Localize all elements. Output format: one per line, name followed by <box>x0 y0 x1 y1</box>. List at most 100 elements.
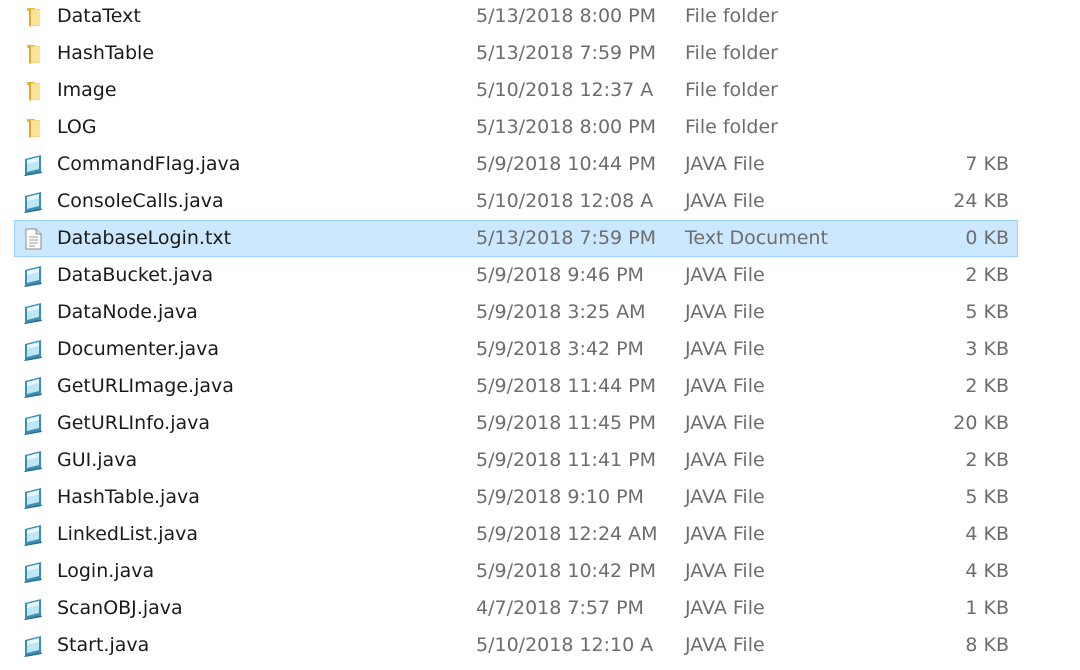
file-row[interactable]: GetURLInfo.java 5/9/2018 11:45 PM JAVA Fil… <box>14 405 1018 442</box>
file-type: JAVA File <box>685 338 765 360</box>
file-name: DataText <box>57 5 141 27</box>
file-type: JAVA File <box>685 301 765 323</box>
file-row[interactable]: GetURLImage.java 5/9/2018 11:44 PM JAVA Fi… <box>14 368 1018 405</box>
file-date-modified: 5/13/2018 7:59 PM <box>476 227 657 249</box>
file-name: ScanOBJ.java <box>57 597 183 619</box>
file-name: HashTable <box>57 42 155 64</box>
file-row[interactable]: HashTable 5/13/2018 7:59 PM File folder <box>14 35 1018 72</box>
file-size: 2 KB <box>965 264 1009 286</box>
file-row[interactable]: LinkedList.java 5/9/2018 12:24 AM JAVA Fil… <box>14 516 1018 553</box>
file-row[interactable]: Documenter.java 5/9/2018 3:42 PM JAVA File… <box>14 331 1018 368</box>
file-type: JAVA File <box>685 449 765 471</box>
folder-icon <box>21 5 45 29</box>
file-size: 20 KB <box>953 412 1009 434</box>
java-file-icon <box>21 190 45 214</box>
file-row[interactable]: Login.java 5/9/2018 10:42 PM JAVA File 4 KB <box>14 553 1018 590</box>
file-date-modified: 5/9/2018 3:25 AM <box>476 301 646 323</box>
file-name: GetURLImage.java <box>57 375 234 397</box>
file-row[interactable]: LOG 5/13/2018 8:00 PM File folder <box>14 109 1018 146</box>
file-name: Documenter.java <box>57 338 220 360</box>
file-row[interactable]: Image 5/10/2018 12:37 A File folder <box>14 72 1018 109</box>
file-type: JAVA File <box>685 597 765 619</box>
file-name: LOG <box>57 116 97 138</box>
file-date-modified: 5/9/2018 9:10 PM <box>476 486 644 508</box>
file-date-modified: 5/13/2018 7:59 PM <box>476 42 657 64</box>
java-file-icon <box>21 153 45 177</box>
file-name: CommandFlag.java <box>57 153 241 175</box>
java-file-icon <box>21 486 45 510</box>
java-file-icon <box>21 338 45 362</box>
java-file-icon <box>21 523 45 547</box>
file-row[interactable]: HashTable.java 5/9/2018 9:10 PM JAVA File 5… <box>14 479 1018 516</box>
file-type: File folder <box>685 79 778 101</box>
file-date-modified: 5/10/2018 12:08 A <box>476 190 654 212</box>
file-type: JAVA File <box>685 634 765 656</box>
file-row[interactable]: ConsoleCalls.java 5/10/2018 12:08 A JAVA F… <box>14 183 1018 220</box>
file-row[interactable]: DataBucket.java 5/9/2018 9:46 PM JAVA File… <box>14 257 1018 294</box>
file-type: File folder <box>685 5 778 27</box>
java-file-icon <box>21 634 45 658</box>
file-type: JAVA File <box>685 523 765 545</box>
folder-icon <box>21 116 45 140</box>
folder-icon <box>21 79 45 103</box>
file-name: ConsoleCalls.java <box>57 190 224 212</box>
folder-icon <box>21 42 45 66</box>
file-date-modified: 5/10/2018 12:37 A <box>476 79 654 101</box>
file-row[interactable]: Start.java 5/10/2018 12:10 A JAVA File 8 KB <box>14 627 1018 664</box>
file-name: DataNode.java <box>57 301 198 323</box>
file-row[interactable]: ScanOBJ.java 4/7/2018 7:57 PM JAVA File 1 K… <box>14 590 1018 627</box>
java-file-icon <box>21 560 45 584</box>
file-type: File folder <box>685 116 778 138</box>
file-row[interactable]: GUI.java 5/9/2018 11:41 PM JAVA File 2 KB <box>14 442 1018 479</box>
file-name: HashTable.java <box>57 486 200 508</box>
file-size: 5 KB <box>965 486 1009 508</box>
text-document-icon <box>21 227 45 251</box>
file-list: DataText 5/13/2018 8:00 PM File folder Hash… <box>0 0 1080 670</box>
file-name: DatabaseLogin.txt <box>57 227 232 249</box>
file-type: File folder <box>685 42 778 64</box>
file-size: 4 KB <box>965 523 1009 545</box>
file-type: Text Document <box>685 227 828 249</box>
file-size: 2 KB <box>965 375 1009 397</box>
java-file-icon <box>21 375 45 399</box>
file-type: JAVA File <box>685 153 765 175</box>
file-date-modified: 5/10/2018 12:10 A <box>476 634 654 656</box>
file-size: 0 KB <box>965 227 1009 249</box>
file-size: 8 KB <box>965 634 1009 656</box>
file-size: 24 KB <box>953 190 1009 212</box>
file-type: JAVA File <box>685 264 765 286</box>
file-date-modified: 5/13/2018 8:00 PM <box>476 116 657 138</box>
file-date-modified: 5/9/2018 9:46 PM <box>476 264 644 286</box>
file-name: GUI.java <box>57 449 138 471</box>
file-size: 1 KB <box>965 597 1009 619</box>
file-date-modified: 5/9/2018 11:44 PM <box>476 375 657 397</box>
file-row[interactable]: DataText 5/13/2018 8:00 PM File folder <box>14 0 1018 35</box>
file-type: JAVA File <box>685 486 765 508</box>
file-date-modified: 5/9/2018 12:24 AM <box>476 523 658 545</box>
file-name: Login.java <box>57 560 155 582</box>
file-name: Start.java <box>57 634 150 656</box>
file-date-modified: 5/9/2018 10:42 PM <box>476 560 657 582</box>
java-file-icon <box>21 597 45 621</box>
java-file-icon <box>21 449 45 473</box>
file-name: DataBucket.java <box>57 264 214 286</box>
file-type: JAVA File <box>685 190 765 212</box>
file-size: 7 KB <box>965 153 1009 175</box>
file-date-modified: 5/9/2018 11:41 PM <box>476 449 657 471</box>
file-name: GetURLInfo.java <box>57 412 211 434</box>
java-file-icon <box>21 264 45 288</box>
file-type: JAVA File <box>685 375 765 397</box>
java-file-icon <box>21 301 45 325</box>
file-name: LinkedList.java <box>57 523 199 545</box>
file-name: Image <box>57 79 117 101</box>
file-date-modified: 5/9/2018 10:44 PM <box>476 153 657 175</box>
file-size: 2 KB <box>965 449 1009 471</box>
file-date-modified: 4/7/2018 7:57 PM <box>476 597 644 619</box>
file-size: 4 KB <box>965 560 1009 582</box>
file-date-modified: 5/13/2018 8:00 PM <box>476 5 657 27</box>
file-row[interactable]: CommandFlag.java 5/9/2018 10:44 PM JAVA Fi… <box>14 146 1018 183</box>
file-row[interactable]: DataNode.java 5/9/2018 3:25 AM JAVA File 5 … <box>14 294 1018 331</box>
file-date-modified: 5/9/2018 11:45 PM <box>476 412 657 434</box>
file-row[interactable]: DatabaseLogin.txt 5/13/2018 7:59 PM Text D… <box>14 220 1018 257</box>
java-file-icon <box>21 412 45 436</box>
